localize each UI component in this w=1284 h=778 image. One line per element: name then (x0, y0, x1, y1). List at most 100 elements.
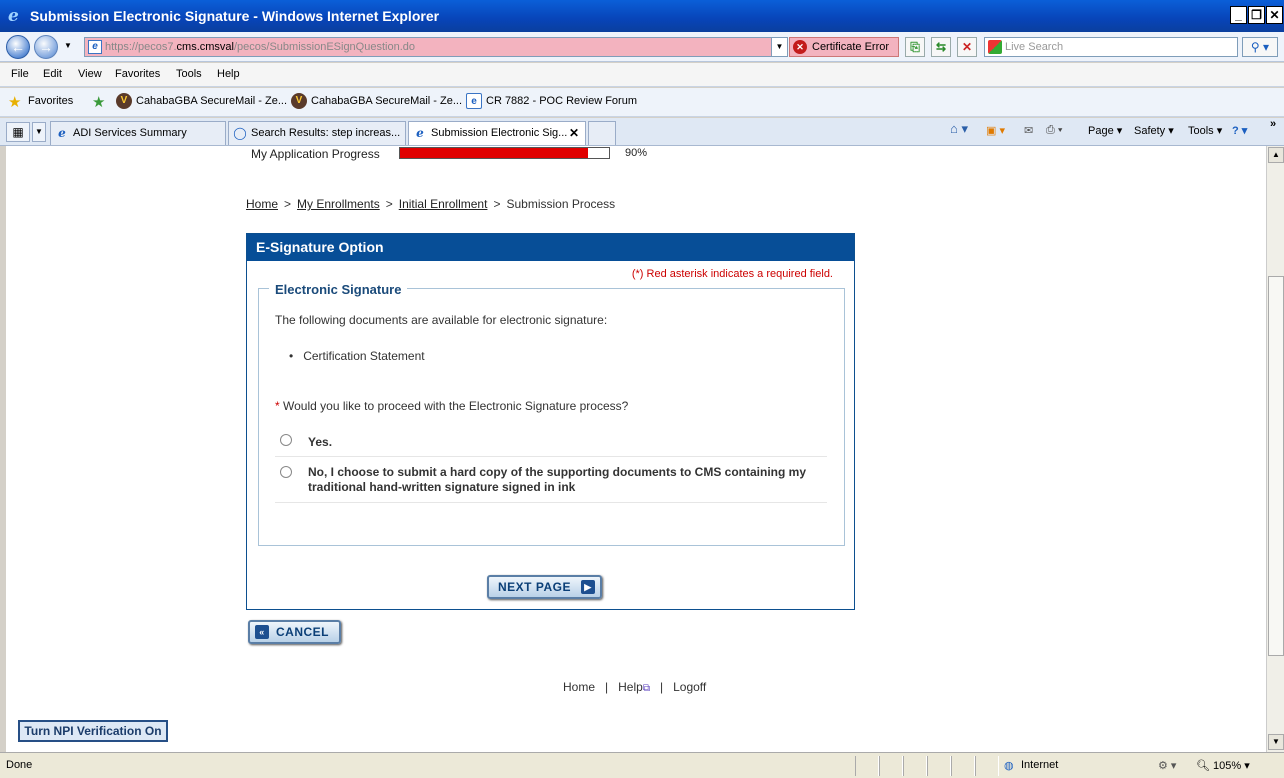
breadcrumb-home[interactable]: Home (246, 197, 278, 211)
tab-list-icon[interactable]: ▼ (32, 122, 46, 142)
address-dropdown-icon[interactable]: ▼ (771, 38, 787, 56)
close-window-button[interactable]: ✕ (1266, 6, 1283, 24)
compatibility-icon[interactable]: ⎘ (905, 37, 925, 57)
restore-button[interactable]: ❐ (1248, 6, 1265, 24)
popup-window-icon: ⧉ (642, 683, 650, 694)
footer-links: Home | Help⧉ | Logoff (563, 680, 707, 694)
footer-help-label: Help (618, 680, 643, 694)
certificate-error-label: Certificate Error (812, 41, 890, 53)
url-domain: cms.cmsval (176, 41, 234, 53)
scroll-thumb[interactable] (1268, 276, 1284, 656)
favorite-link[interactable]: e CR 7882 - POC Review Forum (466, 93, 637, 109)
breadcrumb-separator: > (284, 197, 292, 211)
footer-home-link[interactable]: Home (563, 680, 595, 694)
live-search-logo-icon (988, 40, 1002, 54)
breadcrumb-initial-enrollment[interactable]: Initial Enrollment (399, 197, 488, 211)
menu-tools[interactable]: Tools (176, 68, 202, 80)
cahaba-icon: V (291, 93, 307, 109)
electronic-signature-section: Electronic Signature The following docum… (258, 282, 845, 546)
tab-label: ADI Services Summary (73, 127, 187, 139)
scroll-up-icon[interactable]: ▲ (1268, 147, 1284, 163)
quick-tabs-icon[interactable]: ▦ (6, 122, 30, 142)
zone-label: Internet (1021, 759, 1059, 771)
tools-menu[interactable]: Tools ▾ (1188, 124, 1222, 137)
back-button[interactable]: ← (6, 35, 30, 59)
close-tab-icon[interactable]: ✕ (569, 122, 579, 144)
help-icon[interactable]: ? ▾ (1232, 124, 1247, 137)
page-menu[interactable]: Page ▾ (1088, 124, 1122, 137)
title-bar: e Submission Electronic Signature - Wind… (0, 0, 1284, 32)
status-cell (927, 756, 951, 776)
tab-bar: ▦ ▼ e ADI Services Summary ◯ Search Resu… (0, 118, 1284, 146)
stop-icon[interactable]: ✕ (957, 37, 977, 57)
zoom-control[interactable]: 🔍︎ 105% ▾ (1196, 759, 1250, 772)
next-page-label: NEXT PAGE (498, 580, 571, 594)
search-input[interactable]: Live Search (984, 37, 1238, 57)
search-page-icon: ◯ (233, 126, 247, 140)
status-cell (855, 756, 879, 776)
progress-percent: 90% (625, 147, 648, 159)
favorites-bar: ★ Favorites ★ V CahabaGBA SecureMail - Ze… (0, 88, 1284, 117)
tab-label: Search Results: step increas... (251, 127, 401, 139)
history-dropdown-icon[interactable]: ▼ (64, 41, 72, 50)
no-label[interactable]: No, I choose to submit a hard copy of th… (308, 465, 806, 495)
no-radio[interactable] (280, 466, 292, 478)
scroll-down-icon[interactable]: ▼ (1268, 734, 1284, 750)
chevron-right-icon[interactable]: » (1270, 118, 1276, 130)
footer-logoff-link[interactable]: Logoff (673, 680, 706, 694)
option-yes-row: Yes. (275, 427, 827, 457)
refresh-icon[interactable]: ⇆ (931, 37, 951, 57)
yes-radio[interactable] (280, 434, 292, 446)
print-icon[interactable]: ⎙ ▾ (1046, 124, 1062, 137)
cancel-button[interactable]: « CANCEL (248, 620, 341, 644)
safety-menu[interactable]: Safety ▾ (1134, 124, 1174, 137)
cahaba-icon: V (116, 93, 132, 109)
favorite-link[interactable]: V CahabaGBA SecureMail - Ze... (116, 93, 287, 109)
tab-adi-services[interactable]: e ADI Services Summary (50, 121, 226, 145)
breadcrumb-my-enrollments[interactable]: My Enrollments (297, 197, 380, 211)
progress-label: My Application Progress (251, 147, 380, 161)
progress-fill (400, 148, 589, 158)
ie-page-icon: e (58, 126, 66, 140)
mail-icon[interactable]: ✉ (1024, 124, 1033, 137)
menu-file[interactable]: File (11, 68, 29, 80)
panel-title: E-Signature Option (247, 234, 854, 261)
status-bar: Done ◍ Internet ⚙ ▾ 🔍︎ 105% ▾ (0, 752, 1284, 778)
new-tab-button[interactable] (588, 121, 616, 145)
zoom-level: 105% (1213, 760, 1242, 772)
menu-help[interactable]: Help (217, 68, 240, 80)
forward-button[interactable]: → (34, 35, 58, 59)
menu-view[interactable]: View (78, 68, 102, 80)
minimize-button[interactable]: _ (1230, 6, 1247, 24)
footer-help-link[interactable]: Help⧉ (618, 680, 650, 694)
address-input[interactable]: e https://pecos7.cms.cmsval/pecos/Submis… (84, 37, 788, 57)
next-page-button[interactable]: NEXT PAGE ▶ (487, 575, 602, 599)
esign-question: * Would you like to proceed with the Ele… (275, 399, 628, 413)
ie-page-icon: e (416, 126, 424, 140)
vertical-scrollbar[interactable]: ▲ ▼ (1266, 146, 1284, 752)
required-field-note: (*) Red asterisk indicates a required fi… (631, 268, 833, 280)
npi-verification-button[interactable]: Turn NPI Verification On (18, 720, 168, 742)
documents-intro: The following documents are available fo… (275, 313, 608, 327)
status-text: Done (6, 759, 33, 771)
page-content: My Application Progress 90% Home > My Enro… (0, 146, 1266, 752)
favorites-button[interactable]: Favorites (28, 95, 73, 107)
favorite-link[interactable]: V CahabaGBA SecureMail - Ze... (291, 93, 463, 109)
yes-label[interactable]: Yes. (308, 435, 332, 450)
add-favorite-icon[interactable]: ★ (92, 93, 105, 111)
home-icon[interactable]: ⌂ ▾ (950, 121, 968, 137)
tab-submission-esignature[interactable]: e Submission Electronic Sig... ✕ (408, 121, 586, 145)
favorite-label: CahabaGBA SecureMail - Ze... (311, 95, 463, 107)
menu-edit[interactable]: Edit (43, 68, 62, 80)
tab-search-results[interactable]: ◯ Search Results: step increas... (228, 121, 406, 145)
menu-favorites[interactable]: Favorites (115, 68, 160, 80)
breadcrumb: Home > My Enrollments > Initial Enrollment > S… (246, 197, 615, 211)
search-icon[interactable]: ⚲ ▾ (1242, 37, 1278, 57)
url-prefix: https://pecos7. (105, 41, 177, 53)
tab-label: Submission Electronic Sig... (431, 127, 568, 139)
certificate-error-button[interactable]: ✕ Certificate Error (789, 37, 899, 57)
feeds-icon[interactable]: ▣ ▾ (986, 124, 1005, 137)
search-placeholder: Live Search (1005, 41, 1064, 53)
cancel-label: CANCEL (276, 625, 329, 639)
protected-mode-icon[interactable]: ⚙ ▾ (1158, 759, 1176, 772)
